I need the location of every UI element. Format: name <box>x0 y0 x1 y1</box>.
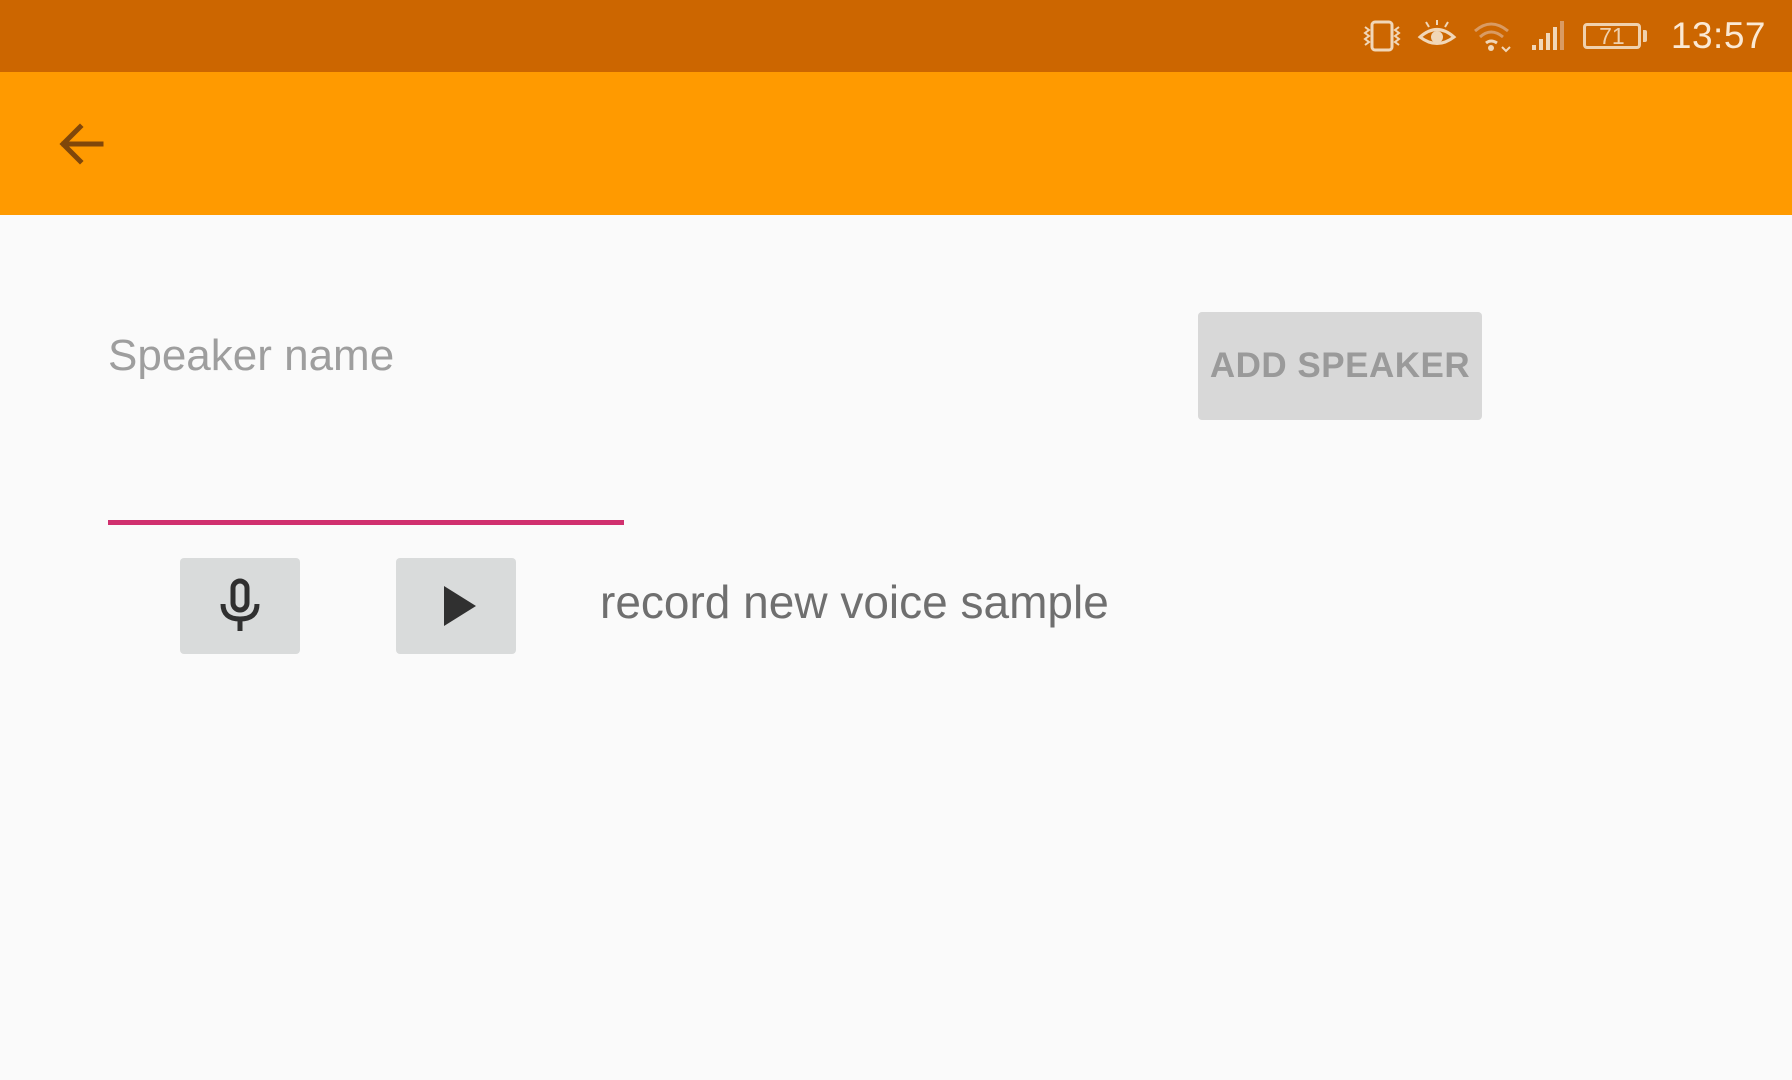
wifi-icon <box>1471 0 1513 72</box>
arrow-left-icon <box>59 123 104 165</box>
play-icon <box>444 586 476 626</box>
status-icons: 71 13:57 <box>1361 0 1766 72</box>
eye-icon <box>1417 0 1457 72</box>
voice-sample-label: record new voice sample <box>600 576 1109 628</box>
play-button[interactable] <box>396 558 516 654</box>
main-content: ADD SPEAKER record new voice sample <box>0 215 1792 1080</box>
add-speaker-button[interactable]: ADD SPEAKER <box>1198 312 1482 420</box>
app-screen: 71 13:57 ADD SPEAKER <box>0 0 1792 1080</box>
battery-level: 71 <box>1582 23 1641 49</box>
app-bar <box>0 72 1792 215</box>
signal-icon <box>1527 0 1569 72</box>
record-button[interactable] <box>180 558 300 654</box>
speaker-name-field <box>108 319 624 525</box>
back-button[interactable] <box>46 108 118 180</box>
speaker-name-underline <box>108 520 624 525</box>
battery-tip <box>1642 30 1647 42</box>
battery-icon: 71 <box>1582 0 1647 72</box>
microphone-icon <box>220 578 260 631</box>
vibrate-icon <box>1361 0 1403 72</box>
status-bar: 71 13:57 <box>0 0 1792 72</box>
speaker-name-input[interactable] <box>108 319 624 393</box>
status-time: 13:57 <box>1670 15 1766 56</box>
